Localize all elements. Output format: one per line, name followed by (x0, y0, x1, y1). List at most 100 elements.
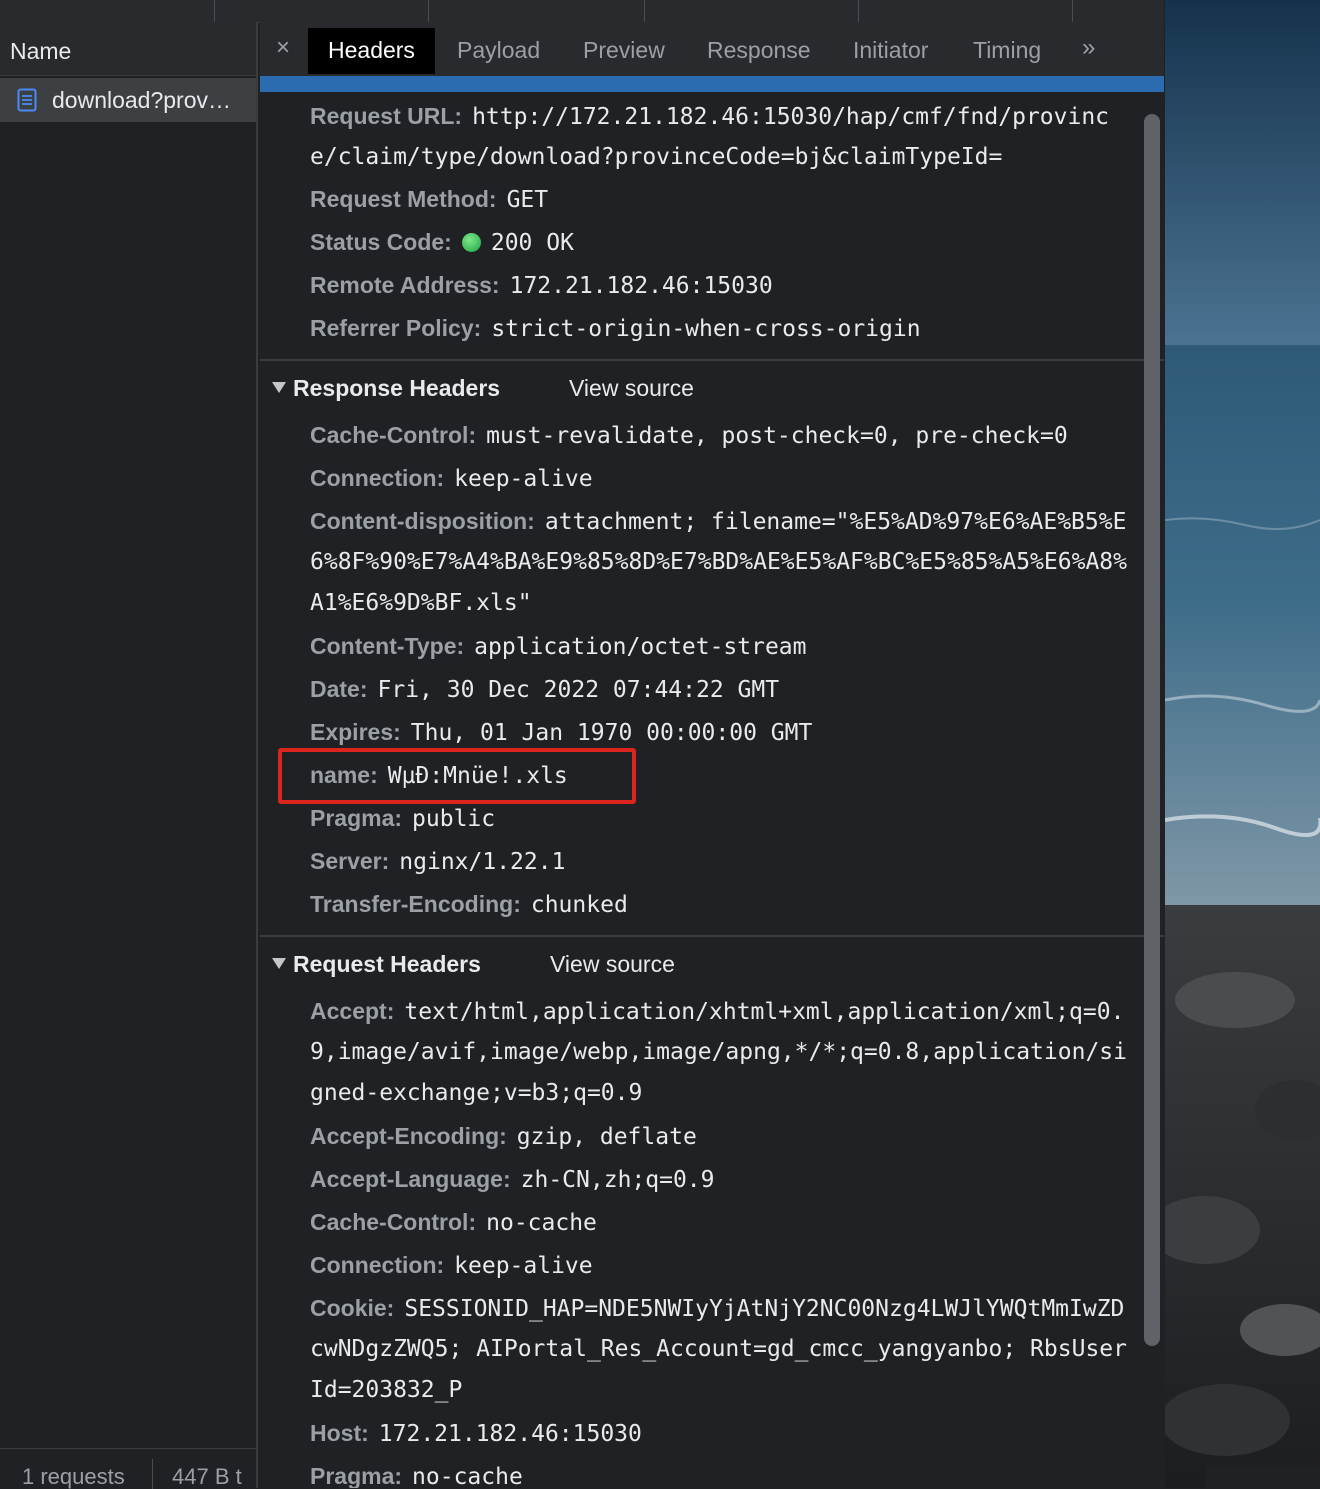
header-key: Accept: (310, 998, 395, 1024)
header-key: Pragma: (310, 805, 403, 831)
request-count: 1 requests (22, 1464, 125, 1489)
header-key: Date: (310, 676, 368, 702)
general-section-header (260, 76, 1164, 92)
response-headers-toggle[interactable]: Response Headers (272, 375, 500, 402)
header-key: Connection: (310, 465, 445, 491)
tab-headers[interactable]: Headers (308, 28, 435, 74)
header-value: strict-origin-when-cross-origin (491, 316, 921, 342)
detail-tab-bar: × Headers Payload Preview Response Initi… (260, 22, 1164, 76)
general-referrer-policy: Referrer Policy: strict-origin-when-cross… (310, 308, 1160, 350)
header-value: 172.21.182.46:15030 (509, 273, 773, 299)
request-view-source-link[interactable]: View source (550, 951, 675, 978)
header-value: no-cache (412, 1464, 523, 1488)
document-icon (17, 88, 37, 112)
request-headers-toggle[interactable]: Request Headers (272, 951, 481, 978)
header-key: Status Code: (310, 229, 452, 255)
header-value: public (412, 806, 496, 832)
header-value: gzip, deflate (516, 1124, 697, 1150)
header-value: must-revalidate, post-check=0, pre-check… (486, 423, 1068, 449)
status-ok-icon (461, 233, 481, 252)
request-header-row: Cookie: SESSIONID_HAP=NDE5NWIyYjAtNjY2NC0… (310, 1288, 1160, 1330)
header-key: Remote Address: (310, 272, 500, 298)
request-header-row: Host: 172.21.182.46:15030 (310, 1413, 1160, 1455)
header-key: Cache-Control: (310, 422, 477, 448)
header-value: 200 OK (490, 230, 574, 256)
header-value: http://172.21.182.46:15030/hap/cmf/fnd/p… (472, 104, 1110, 130)
header-key: Host: (310, 1420, 369, 1446)
response-view-source-link[interactable]: View source (569, 375, 694, 402)
response-header-row: Content-disposition: attachment; filename… (310, 501, 1160, 543)
general-request-method: Request Method: GET (310, 179, 1160, 221)
header-key: Content-disposition: (310, 508, 535, 534)
header-key: Server: (310, 848, 390, 874)
request-headers-title: Request Headers (293, 951, 481, 977)
header-key: Expires: (310, 719, 401, 745)
vertical-scrollbar[interactable] (1144, 114, 1160, 1346)
toolbar-divider (1072, 0, 1073, 22)
triangle-down-icon (272, 958, 286, 969)
response-header-row: Connection: keep-alive (310, 458, 1160, 500)
header-key: Pragma: (310, 1463, 403, 1488)
header-key: Transfer-Encoding: (310, 891, 521, 917)
request-header-row: Connection: keep-alive (310, 1245, 1160, 1287)
more-tabs-icon[interactable]: » (1082, 34, 1095, 62)
response-header-row: Cache-Control: must-revalidate, post-chec… (310, 415, 1160, 457)
header-value: zh-CN,zh;q=0.9 (520, 1167, 715, 1193)
request-header-row: Accept-Language: zh-CN,zh;q=0.9 (310, 1159, 1160, 1201)
response-header-row: Date: Fri, 30 Dec 2022 07:44:22 GMT (310, 669, 1160, 711)
header-value: no-cache (486, 1210, 597, 1236)
header-value: nginx/1.22.1 (399, 849, 566, 875)
header-value-continuation: A1%E6%9D%BF.xls" (310, 590, 532, 616)
tab-initiator[interactable]: Initiator (833, 28, 948, 74)
tab-timing[interactable]: Timing (953, 28, 1061, 74)
section-divider (260, 935, 1164, 937)
header-key: Accept-Language: (310, 1166, 511, 1192)
toolbar-divider (644, 0, 645, 22)
request-header-row: Accept: text/html,application/xhtml+xml,a… (310, 991, 1160, 1033)
header-key: Accept-Encoding: (310, 1123, 507, 1149)
tab-payload[interactable]: Payload (437, 28, 560, 74)
desktop-wallpaper-sea (1165, 0, 1320, 1488)
close-icon[interactable]: × (276, 34, 290, 62)
header-value-continuation: Id=203832_P (310, 1377, 463, 1403)
header-value: attachment; filename="%E5%AD%97%E6%AE%B5… (544, 509, 1127, 535)
section-divider (260, 359, 1164, 361)
status-divider (152, 1459, 153, 1489)
name-column-label: Name (10, 38, 72, 64)
request-detail-panel: × Headers Payload Preview Response Initi… (260, 22, 1164, 1488)
request-name: download?prov… (52, 87, 232, 113)
name-column-header[interactable]: Name (0, 22, 256, 76)
network-status-bar: 1 requests 447 B t (0, 1448, 256, 1489)
general-remote-address: Remote Address: 172.21.182.46:15030 (310, 265, 1160, 307)
request-header-row: Pragma: no-cache (310, 1456, 1160, 1488)
request-row[interactable]: download?prov… (0, 78, 256, 122)
toolbar-divider (428, 0, 429, 22)
response-header-row: Transfer-Encoding: chunked (310, 884, 1160, 926)
response-header-row: Content-Type: application/octet-stream (310, 626, 1160, 668)
header-value: 172.21.182.46:15030 (378, 1421, 642, 1447)
header-value-continuation: 9,image/avif,image/webp,image/apng,*/*;q… (310, 1039, 1127, 1065)
header-value: application/octet-stream (474, 634, 807, 660)
header-key: Referrer Policy: (310, 315, 482, 341)
transferred-size: 447 B t (172, 1464, 242, 1489)
header-key: Cache-Control: (310, 1209, 477, 1235)
header-value: chunked (530, 892, 628, 918)
header-value-continuation: e/claim/type/download?provinceCode=bj&cl… (310, 144, 1003, 170)
header-value: text/html,application/xhtml+xml,applicat… (404, 999, 1125, 1025)
response-headers-title: Response Headers (293, 375, 501, 401)
request-header-row: Accept-Encoding: gzip, deflate (310, 1116, 1160, 1158)
header-value-continuation: 6%8F%90%E7%A4%BA%E9%85%8D%E7%BD%AE%E5%AF… (310, 549, 1127, 575)
top-toolbar-strip (0, 0, 1164, 23)
tab-preview[interactable]: Preview (563, 28, 685, 74)
header-key: Connection: (310, 1252, 445, 1278)
response-header-row: Server: nginx/1.22.1 (310, 841, 1160, 883)
header-key: Cookie: (310, 1295, 395, 1321)
toolbar-divider (858, 0, 859, 22)
response-header-row: Pragma: public (310, 798, 1160, 840)
request-list-panel: Name download?prov… 1 requests 447 B t (0, 22, 258, 1489)
header-value-continuation: gned-exchange;v=b3;q=0.9 (310, 1080, 643, 1106)
header-value: SESSIONID_HAP=NDE5NWIyYjAtNjY2NC00Nzg4LW… (404, 1296, 1125, 1322)
header-value-continuation: cwNDgzZWQ5; AIPortal_Res_Account=gd_cmcc… (310, 1336, 1127, 1362)
tab-response[interactable]: Response (687, 28, 831, 74)
sea-wallpaper-image (1165, 0, 1320, 1488)
